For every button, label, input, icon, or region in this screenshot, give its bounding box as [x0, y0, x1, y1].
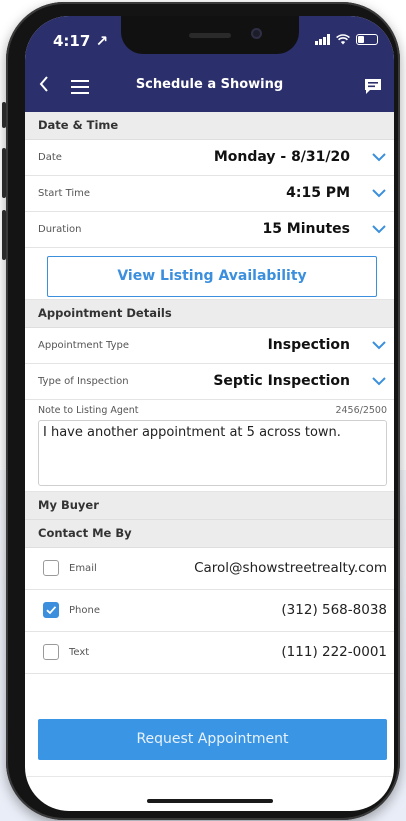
start-time-label: Start Time	[38, 188, 91, 199]
date-value: Monday - 8/31/20	[213, 149, 350, 165]
appointment-type-row[interactable]: Appointment Type Inspection	[25, 328, 394, 364]
request-appointment-button[interactable]: Request Appointment	[38, 719, 387, 760]
chat-button[interactable]	[364, 78, 382, 99]
chevron-down-icon	[372, 153, 386, 162]
camera	[251, 28, 262, 39]
top-bar: 4:17 ↗ Schedule a Showing	[25, 16, 394, 112]
contact-option-phone[interactable]: Phone (312) 568-8038	[25, 590, 394, 632]
contact-value: Carol@showstreetrealty.com	[194, 560, 387, 576]
mute-switch	[2, 102, 6, 128]
contact-type-label: Phone	[69, 605, 100, 616]
note-wrapper: I have another appointment at 5 across t…	[25, 418, 394, 492]
form-content: Date & Time Date Monday - 8/31/20 Start …	[25, 112, 394, 674]
duration-value: 15 Minutes	[262, 221, 350, 237]
view-availability-button[interactable]: View Listing Availability	[47, 256, 377, 297]
appointment-type-label: Appointment Type	[38, 340, 129, 351]
status-icons	[315, 34, 378, 45]
inspection-type-value: Septic Inspection	[213, 373, 350, 389]
chevron-down-icon	[372, 189, 386, 198]
contact-value: (312) 568-8038	[281, 602, 387, 618]
inspection-type-label: Type of Inspection	[38, 376, 129, 387]
date-row[interactable]: Date Monday - 8/31/20	[25, 140, 394, 176]
contact-value: (111) 222-0001	[281, 644, 387, 660]
chat-icon	[365, 79, 381, 94]
note-label-row: Note to Listing Agent 2456/2500	[25, 400, 394, 418]
notch	[121, 16, 299, 54]
start-time-value: 4:15 PM	[286, 185, 350, 201]
signal-icon	[315, 34, 330, 45]
volume-up-button	[2, 148, 6, 198]
phone-frame: 4:17 ↗ Schedule a Showing Date & Time Da…	[2, 2, 400, 820]
duration-row[interactable]: Duration 15 Minutes	[25, 212, 394, 248]
contact-type-label: Email	[69, 563, 97, 574]
date-time-header: Date & Time	[25, 112, 394, 140]
chevron-down-icon	[372, 225, 386, 234]
contact-type-label: Text	[69, 647, 90, 658]
note-textarea[interactable]: I have another appointment at 5 across t…	[38, 420, 387, 486]
note-label: Note to Listing Agent	[38, 405, 139, 416]
home-indicator[interactable]	[147, 799, 273, 803]
contact-option-email[interactable]: Email Carol@showstreetrealty.com	[25, 548, 394, 590]
phone-checkbox[interactable]	[43, 602, 59, 618]
start-time-row[interactable]: Start Time 4:15 PM	[25, 176, 394, 212]
note-char-count: 2456/2500	[335, 405, 387, 416]
contact-option-text[interactable]: Text (111) 222-0001	[25, 632, 394, 674]
divider	[25, 776, 394, 777]
appointment-type-value: Inspection	[267, 337, 350, 353]
page-title: Schedule a Showing	[135, 77, 284, 92]
volume-down-button	[2, 210, 6, 260]
contact-me-by-header: Contact Me By	[25, 520, 394, 548]
checkmark-icon	[46, 606, 57, 615]
screen: 4:17 ↗ Schedule a Showing Date & Time Da…	[25, 16, 394, 811]
date-label: Date	[38, 152, 62, 163]
text-checkbox[interactable]	[43, 644, 59, 660]
speaker	[189, 33, 231, 38]
my-buyer-header[interactable]: My Buyer	[25, 492, 394, 520]
inspection-type-row[interactable]: Type of Inspection Septic Inspection	[25, 364, 394, 400]
availability-wrapper: View Listing Availability	[25, 248, 394, 300]
duration-label: Duration	[38, 224, 82, 235]
status-time: 4:17 ↗	[53, 32, 109, 50]
appointment-details-header: Appointment Details	[25, 300, 394, 328]
email-checkbox[interactable]	[43, 560, 59, 576]
chevron-down-icon	[372, 377, 386, 386]
battery-icon	[356, 34, 378, 45]
wifi-icon	[336, 34, 350, 45]
chevron-down-icon	[372, 341, 386, 350]
